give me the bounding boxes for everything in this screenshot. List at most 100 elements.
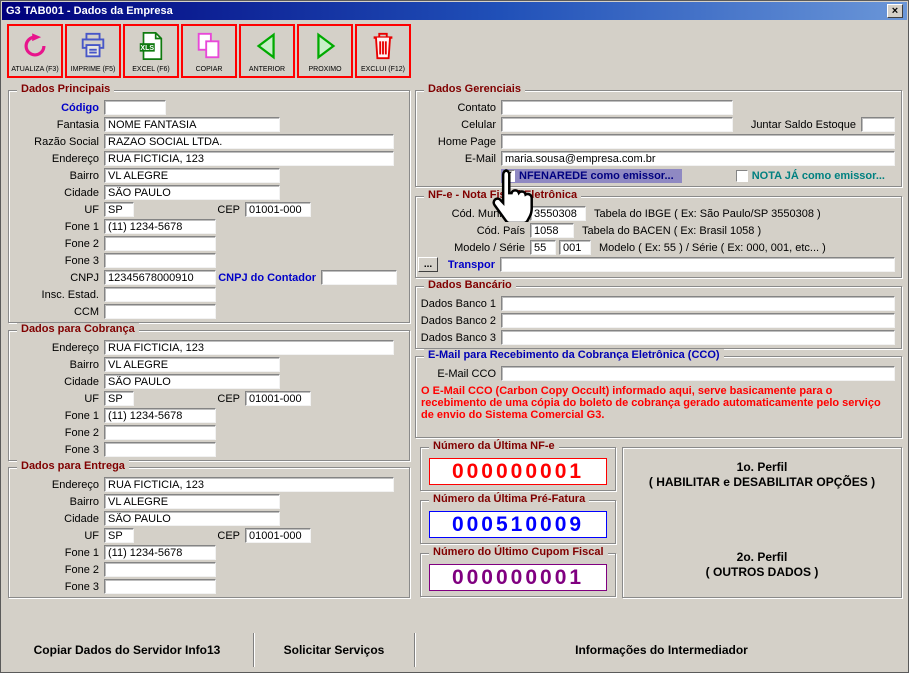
cobranca-cidade-field[interactable] (104, 374, 280, 389)
transpor-label: Transpor (438, 259, 500, 271)
notaja-checkbox[interactable] (736, 170, 748, 182)
footer-copiar-servidor-button[interactable]: Copiar Dados do Servidor Info13 (2, 631, 252, 669)
group-perfis: 1o. Perfil ( HABILITAR e DESABILITAR OPÇ… (622, 447, 902, 598)
cnpj-contador-label: CNPJ do Contador (216, 272, 321, 284)
banco2-field[interactable] (501, 313, 895, 328)
entrega-fone1-field[interactable] (104, 545, 216, 560)
entrega-endereco-field[interactable] (104, 477, 394, 492)
group-dados-cobranca: Dados para Cobrança Endereço Bairro Cida… (8, 330, 410, 461)
footer-solicitar-button[interactable]: Solicitar Serviços (255, 631, 413, 669)
fantasia-field[interactable] (104, 117, 280, 132)
group-title: Número da Última Pré-Fatura (429, 493, 589, 505)
nfenarede-option[interactable]: ✓ NFENAREDE como emissor... (501, 169, 682, 183)
fone1-field[interactable] (104, 219, 216, 234)
juntar-saldo-field[interactable] (861, 117, 895, 132)
copiar-button[interactable]: COPIAR (181, 24, 237, 78)
close-button[interactable]: × (887, 4, 903, 18)
notaja-option[interactable]: NOTA JÁ como emissor... (736, 170, 885, 182)
entrega-bairro-field[interactable] (104, 494, 280, 509)
transpor-dots-button[interactable]: ... (418, 257, 438, 272)
uf-label: UF (11, 393, 104, 405)
codigo-field[interactable] (104, 100, 166, 115)
bairro-label: Bairro (11, 170, 104, 182)
cnpj-field[interactable] (104, 270, 216, 285)
entrega-fone2-field[interactable] (104, 562, 216, 577)
entrega-cep-field[interactable] (245, 528, 311, 543)
cnpj-contador-field[interactable] (321, 270, 397, 285)
endereco-field[interactable] (104, 151, 394, 166)
modelo-serie-hint: Modelo ( Ex: 55 ) / Série ( Ex: 000, 001… (599, 242, 826, 254)
endereco-label: Endereço (11, 153, 104, 165)
imprime-button[interactable]: IMPRIME (F5) (65, 24, 121, 78)
banco3-label: Dados Banco 3 (418, 332, 501, 344)
cep-field[interactable] (245, 202, 311, 217)
celular-label: Celular (418, 119, 501, 131)
contato-field[interactable] (501, 100, 733, 115)
banco3-field[interactable] (501, 330, 895, 345)
cobranca-fone2-field[interactable] (104, 425, 216, 440)
group-nfe: NF-e - Nota Fiscal Eletrônica Cód. Munic… (415, 196, 902, 278)
cobranca-fone1-field[interactable] (104, 408, 216, 423)
atualiza-button[interactable]: ATUALIZA (F3) (7, 24, 63, 78)
cobranca-uf-field[interactable] (104, 391, 134, 406)
cidade-label: Cidade (11, 376, 104, 388)
titlebar[interactable]: G3 TAB001 - Dados da Empresa × (2, 2, 907, 20)
fone2-label: Fone 2 (11, 238, 104, 250)
banco1-field[interactable] (501, 296, 895, 311)
cobranca-endereco-field[interactable] (104, 340, 394, 355)
municipio-hint: Tabela do IBGE ( Ex: São Paulo/SP 355030… (594, 208, 821, 220)
modelo-field[interactable] (530, 240, 556, 255)
cobranca-bairro-field[interactable] (104, 357, 280, 372)
fone3-field[interactable] (104, 253, 216, 268)
group-title: Dados para Cobrança (17, 323, 139, 335)
group-title: Número do Último Cupom Fiscal (429, 546, 608, 558)
footer-intermediador-label: Informações do Intermediador (575, 643, 748, 657)
razao-label: Razão Social (11, 136, 104, 148)
cobranca-fone3-field[interactable] (104, 442, 216, 457)
svg-text:XLS: XLS (140, 45, 154, 52)
fone1-label: Fone 1 (11, 410, 104, 422)
group-title: Dados Bancário (424, 279, 516, 291)
perfil-2-button[interactable]: 2o. Perfil ( OUTROS DADOS ) (623, 550, 901, 580)
serie-field[interactable] (559, 240, 591, 255)
exclui-button[interactable]: EXCLUI (F12) (355, 24, 411, 78)
excel-button[interactable]: XLS EXCEL (F6) (123, 24, 179, 78)
uf-field[interactable] (104, 202, 134, 217)
entrega-cidade-field[interactable] (104, 511, 280, 526)
celular-field[interactable] (501, 117, 733, 132)
bairro-field[interactable] (104, 168, 280, 183)
entrega-fone3-field[interactable] (104, 579, 216, 594)
fone1-label: Fone 1 (11, 547, 104, 559)
transpor-field[interactable] (500, 257, 895, 272)
anterior-button[interactable]: ANTERIOR (239, 24, 295, 78)
insc-field[interactable] (104, 287, 216, 302)
fone2-field[interactable] (104, 236, 216, 251)
uf-label: UF (11, 204, 104, 216)
perfil-1-title: 1o. Perfil (623, 460, 901, 475)
razao-field[interactable] (104, 134, 394, 149)
cco-email-field[interactable] (501, 366, 895, 381)
nfenarede-label: NFENAREDE como emissor... (519, 170, 674, 182)
fone2-label: Fone 2 (11, 427, 104, 439)
ultima-prefatura-value: 000510009 (429, 511, 607, 538)
perfil-2-subtitle: ( OUTROS DADOS ) (623, 565, 901, 580)
ccm-field[interactable] (104, 304, 216, 319)
perfil-1-button[interactable]: 1o. Perfil ( HABILITAR e DESABILITAR OPÇ… (623, 460, 901, 490)
perfil-2-title: 2o. Perfil (623, 550, 901, 565)
next-icon (310, 29, 340, 63)
group-cco: E-Mail para Recebimento da Cobrança Elet… (415, 356, 902, 438)
pais-field[interactable] (530, 223, 574, 238)
refresh-icon (20, 29, 50, 63)
email-field[interactable] (501, 151, 895, 166)
footer-intermediador-button[interactable]: Informações do Intermediador (416, 631, 907, 669)
entrega-uf-field[interactable] (104, 528, 134, 543)
cidade-field[interactable] (104, 185, 280, 200)
municipio-field[interactable] (530, 206, 586, 221)
proximo-button[interactable]: PROXIMO (297, 24, 353, 78)
notaja-label: NOTA JÁ como emissor... (752, 170, 885, 182)
footer-copiar-label: Copiar Dados do Servidor Info13 (34, 643, 221, 657)
trash-icon (368, 29, 398, 63)
homepage-field[interactable] (501, 134, 895, 149)
nfenarede-checkbox[interactable]: ✓ (503, 170, 515, 182)
cobranca-cep-field[interactable] (245, 391, 311, 406)
